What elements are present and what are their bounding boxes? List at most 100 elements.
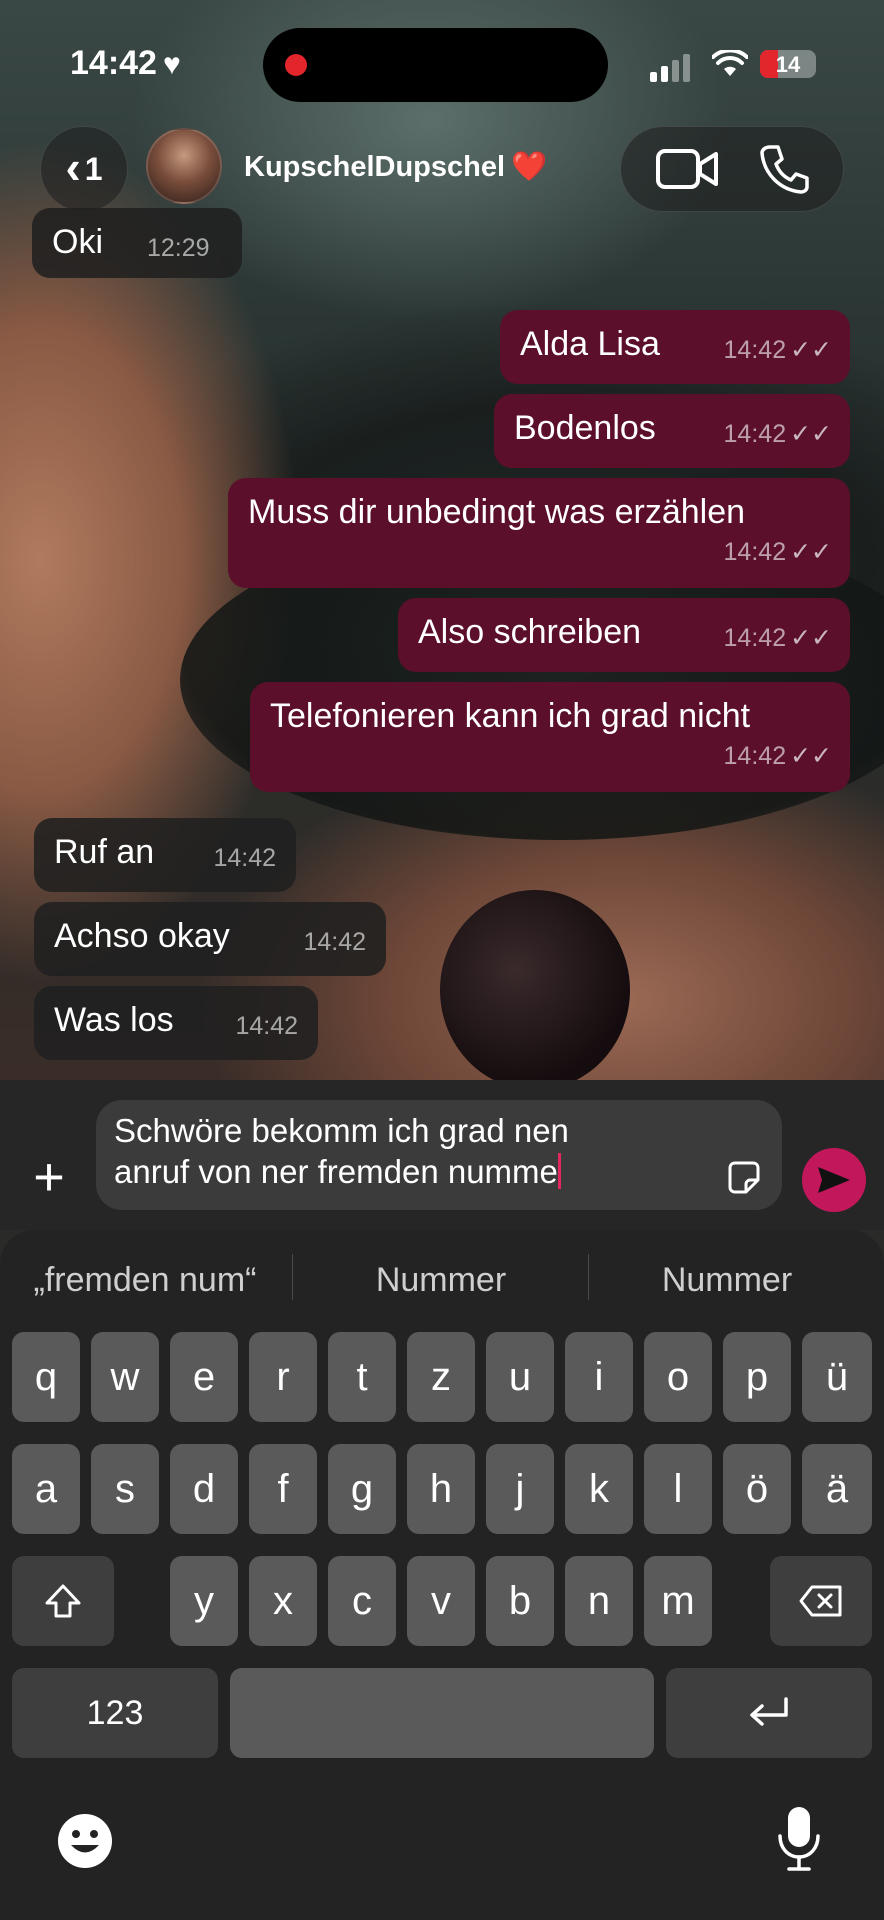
- space-key[interactable]: [230, 1668, 654, 1758]
- phone-icon[interactable]: [758, 143, 810, 195]
- suggestion-divider: [588, 1254, 589, 1300]
- message-bubble-outgoing[interactable]: Telefonieren kann ich grad nicht 14:42 ✓✓: [250, 682, 850, 792]
- suggestion-1[interactable]: „fremden num“: [0, 1250, 290, 1310]
- avatar[interactable]: [146, 128, 222, 204]
- numbers-key[interactable]: 123: [12, 1668, 218, 1758]
- message-text: Telefonieren kann ich grad nicht: [270, 697, 751, 735]
- key-q[interactable]: q: [12, 1332, 80, 1422]
- message-input-line-1: Schwöre bekomm ich grad nen: [114, 1112, 569, 1149]
- key-ae[interactable]: ä: [802, 1444, 872, 1534]
- double-check-icon: ✓✓: [790, 741, 832, 770]
- suggestion-2[interactable]: Nummer: [296, 1250, 586, 1310]
- wallpaper-sunglasses-shape: [440, 890, 630, 1080]
- key-z[interactable]: z: [407, 1332, 475, 1422]
- key-d[interactable]: d: [170, 1444, 238, 1534]
- message-bubble-outgoing[interactable]: Muss dir unbedingt was erzählen 14:42 ✓✓: [228, 478, 850, 588]
- message-text: Also schreiben: [418, 613, 642, 651]
- suggestion-text: Nummer: [661, 1260, 793, 1299]
- message-text: Achso okay: [54, 917, 230, 955]
- key-u[interactable]: u: [486, 1332, 554, 1422]
- key-m[interactable]: m: [644, 1556, 712, 1646]
- key-s[interactable]: s: [91, 1444, 159, 1534]
- key-b[interactable]: b: [486, 1556, 554, 1646]
- message-time: 14:42: [723, 335, 787, 364]
- suggestion-3[interactable]: Nummer: [592, 1250, 862, 1310]
- back-button[interactable]: ‹ 1: [40, 126, 128, 212]
- message-bubble-incoming[interactable]: Oki 12:29: [32, 208, 242, 278]
- heart-icon: ♥: [162, 48, 181, 81]
- key-o[interactable]: o: [644, 1332, 712, 1422]
- status-bar: 14:42 ♥ 14: [0, 0, 884, 120]
- double-check-icon: ✓✓: [790, 623, 832, 652]
- message-time: 14:42: [235, 1011, 298, 1040]
- contact-name[interactable]: KupschelDupschel ❤️: [244, 150, 547, 184]
- suggestion-text: Nummer: [375, 1260, 507, 1299]
- message-time: 14:42: [213, 843, 276, 872]
- key-h[interactable]: h: [407, 1444, 475, 1534]
- key-l[interactable]: l: [644, 1444, 712, 1534]
- message-text: Muss dir unbedingt was erzählen: [248, 493, 746, 531]
- message-bubble-incoming[interactable]: Ruf an 14:42: [34, 818, 296, 892]
- key-ue[interactable]: ü: [802, 1332, 872, 1422]
- key-c[interactable]: c: [328, 1556, 396, 1646]
- sticker-icon[interactable]: [724, 1158, 764, 1203]
- send-icon: [818, 1167, 850, 1193]
- message-text: Oki: [52, 223, 103, 261]
- plus-icon[interactable]: +: [24, 1150, 74, 1204]
- message-text: Ruf an: [54, 833, 155, 871]
- microphone-icon[interactable]: [776, 1804, 822, 1879]
- suggestion-divider: [292, 1254, 293, 1300]
- key-p[interactable]: p: [723, 1332, 791, 1422]
- message-input[interactable]: Schwöre bekomm ich grad nen anruf von ne…: [96, 1100, 782, 1210]
- key-f[interactable]: f: [249, 1444, 317, 1534]
- key-t[interactable]: t: [328, 1332, 396, 1422]
- message-bubble-outgoing[interactable]: Alda Lisa 14:42 ✓✓: [500, 310, 850, 384]
- message-time: 14:42: [723, 741, 787, 770]
- key-oe[interactable]: ö: [723, 1444, 791, 1534]
- double-check-icon: ✓✓: [790, 335, 832, 364]
- unread-count: 1: [84, 150, 103, 187]
- key-v[interactable]: v: [407, 1556, 475, 1646]
- message-bubble-incoming[interactable]: Achso okay 14:42: [34, 902, 386, 976]
- backspace-key[interactable]: [770, 1556, 872, 1646]
- key-i[interactable]: i: [565, 1332, 633, 1422]
- cellular-signal-icon: [650, 54, 690, 82]
- key-r[interactable]: r: [249, 1332, 317, 1422]
- return-key[interactable]: [666, 1668, 872, 1758]
- key-w[interactable]: w: [91, 1332, 159, 1422]
- status-time-text: 14:42: [70, 44, 157, 82]
- heart-emoji: ❤️: [511, 151, 548, 183]
- emoji-icon[interactable]: [56, 1812, 114, 1875]
- key-j[interactable]: j: [486, 1444, 554, 1534]
- battery-icon: 14: [760, 50, 816, 78]
- contact-name-text: KupschelDupschel: [244, 151, 506, 183]
- video-camera-icon[interactable]: [655, 146, 719, 192]
- key-x[interactable]: x: [249, 1556, 317, 1646]
- key-n[interactable]: n: [565, 1556, 633, 1646]
- message-time: 14:42: [723, 623, 787, 652]
- message-bubble-outgoing[interactable]: Bodenlos 14:42 ✓✓: [494, 394, 850, 468]
- key-e[interactable]: e: [170, 1332, 238, 1422]
- backspace-icon: [799, 1585, 842, 1617]
- key-k[interactable]: k: [565, 1444, 633, 1534]
- dynamic-island: [263, 28, 608, 102]
- return-icon: [750, 1697, 788, 1726]
- key-g[interactable]: g: [328, 1444, 396, 1534]
- key-a[interactable]: a: [12, 1444, 80, 1534]
- wifi-icon: [711, 48, 749, 85]
- shift-key[interactable]: [12, 1556, 114, 1646]
- double-check-icon: ✓✓: [790, 537, 832, 566]
- message-time: 12:29: [147, 233, 210, 262]
- numbers-key-label: 123: [86, 1693, 144, 1732]
- chevron-left-icon: ‹: [65, 141, 81, 193]
- message-bubble-incoming[interactable]: Was los 14:42: [34, 986, 318, 1060]
- message-text: Bodenlos: [514, 409, 656, 447]
- message-time: 14:42: [723, 537, 787, 566]
- send-button[interactable]: [802, 1148, 866, 1212]
- message-text: Was los: [54, 1001, 174, 1039]
- key-y[interactable]: y: [170, 1556, 238, 1646]
- text-caret: [557, 1153, 561, 1190]
- message-bubble-outgoing[interactable]: Also schreiben 14:42 ✓✓: [398, 598, 850, 672]
- shift-icon: [45, 1584, 81, 1618]
- double-check-icon: ✓✓: [790, 419, 832, 448]
